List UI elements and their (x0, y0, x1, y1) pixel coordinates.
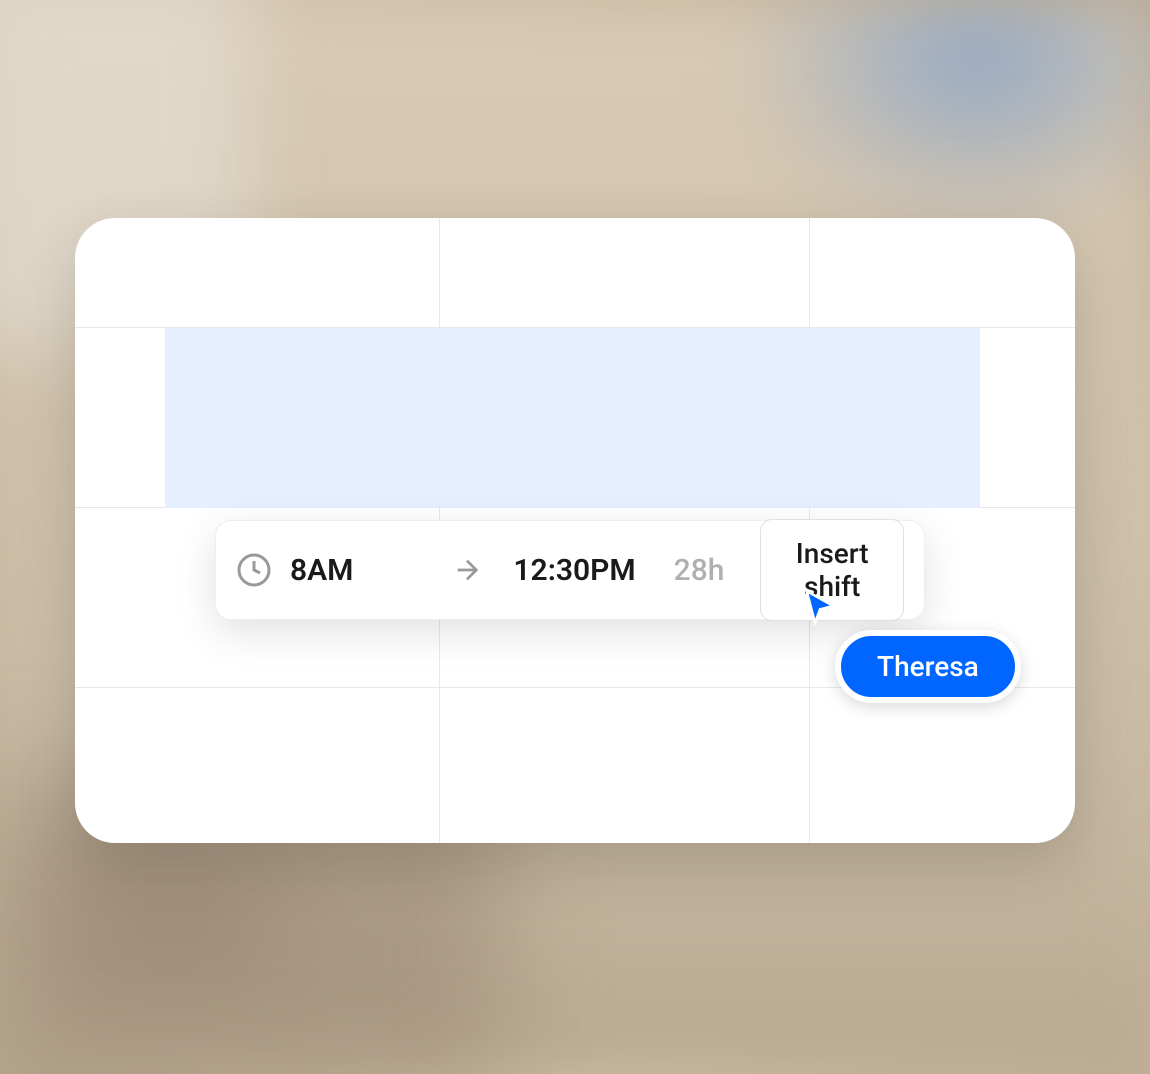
grid-cell[interactable] (75, 688, 440, 843)
shift-end-time[interactable]: 12:30PM (513, 553, 635, 588)
arrow-right-icon (451, 554, 483, 586)
collaborator-badge: Theresa (835, 630, 1021, 703)
grid-cell[interactable] (440, 218, 810, 328)
shift-duration: 28h (674, 553, 725, 588)
clock-icon (236, 552, 272, 588)
schedule-card: 8AM 12:30PM 28h Insert shift (75, 218, 1075, 843)
collaborator-cursor-icon (800, 586, 840, 626)
grid-cell[interactable] (440, 688, 810, 843)
grid-cell[interactable] (75, 218, 440, 328)
grid-cell[interactable] (810, 688, 1075, 843)
shift-start-time[interactable]: 8AM (290, 553, 353, 588)
shift-selection-block[interactable] (165, 328, 980, 508)
grid-cell[interactable] (810, 218, 1075, 328)
collaborator-name: Theresa (877, 650, 979, 683)
